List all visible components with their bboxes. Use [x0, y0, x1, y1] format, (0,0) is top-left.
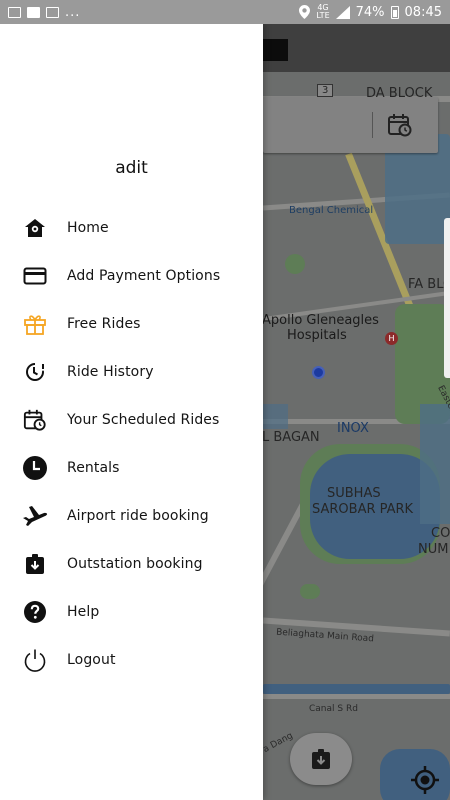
location-icon [299, 5, 311, 19]
map-building [420, 404, 450, 524]
pickup-search-card[interactable] [263, 97, 438, 153]
status-right: 4G LTE 74% 08:45 [299, 4, 442, 20]
menu-label: Rentals [67, 460, 120, 476]
menu-item-ride-history[interactable]: Ride History [0, 348, 263, 396]
status-left: ... [8, 5, 80, 20]
overflow-indicator: ... [65, 4, 81, 20]
map-label: CO [431, 526, 450, 541]
facebook-icon [27, 6, 40, 18]
app-top-bar [263, 24, 450, 72]
hospital-icon: H [385, 332, 398, 345]
menu-label: Logout [67, 652, 116, 668]
menu-item-payment[interactable]: Add Payment Options [0, 252, 263, 300]
menu-item-outstation[interactable]: Outstation booking [0, 540, 263, 588]
map-canal [263, 684, 450, 694]
outstation-fab[interactable] [290, 733, 352, 785]
menu-label: Free Rides [67, 316, 141, 332]
map-park [300, 584, 320, 599]
map-road [263, 694, 450, 699]
airplane-icon [22, 503, 48, 529]
map-label: Canal S Rd [309, 704, 358, 714]
outstation-icon [312, 749, 330, 769]
media-icon [46, 6, 59, 18]
signal-icon [335, 5, 350, 19]
map-label: NUM [418, 542, 449, 557]
menu-label: Outstation booking [67, 556, 203, 572]
menu-label: Home [67, 220, 109, 236]
map-label: INOX [337, 421, 369, 436]
clock-time: 08:45 [404, 4, 442, 20]
credit-card-icon [22, 263, 48, 289]
map-label: Hospitals [287, 328, 347, 343]
menu-item-free-rides[interactable]: Free Rides [0, 300, 263, 348]
menu-label: Ride History [67, 364, 154, 380]
power-icon [22, 647, 48, 673]
menu-item-logout[interactable]: Logout [0, 636, 263, 684]
search-divider [372, 112, 373, 138]
network-type: 4G LTE [316, 4, 329, 20]
gift-icon [22, 311, 48, 337]
map-park [285, 254, 305, 274]
my-location-icon[interactable] [410, 765, 440, 795]
map-label: Apollo Gleneagles [262, 313, 379, 328]
map-label: L BAGAN [262, 430, 320, 445]
menu-label: Add Payment Options [67, 268, 221, 284]
menu-item-scheduled-rides[interactable]: Your Scheduled Rides [0, 396, 263, 444]
current-location-dot [312, 366, 325, 379]
side-handle[interactable] [444, 218, 450, 378]
map-label: a Dang [261, 731, 295, 755]
battery-percent: 74% [355, 4, 385, 20]
status-bar: ... 4G LTE 74% 08:45 [0, 0, 450, 24]
menu-item-help[interactable]: Help [0, 588, 263, 636]
map-label: SUBHAS [327, 486, 381, 501]
menu-item-airport[interactable]: Airport ride booking [0, 492, 263, 540]
map-label: SAROBAR PARK [312, 502, 414, 517]
map-label: Bengal Chemical [289, 205, 374, 216]
image-icon [8, 6, 21, 18]
navigation-drawer: adit Home Add Payment Options Free Rides [0, 24, 263, 800]
outstation-icon [22, 551, 48, 577]
home-icon [22, 215, 48, 241]
calendar-clock-icon [22, 407, 48, 433]
menu-item-rentals[interactable]: Rentals [0, 444, 263, 492]
history-icon [22, 359, 48, 385]
menu-label: Your Scheduled Rides [67, 412, 220, 428]
battery-icon [390, 5, 399, 19]
user-name: adit [115, 158, 148, 178]
menu-label: Airport ride booking [67, 508, 209, 524]
menu-item-home[interactable]: Home [0, 204, 263, 252]
schedule-ride-icon[interactable] [387, 113, 413, 137]
road-badge: 3 [317, 84, 334, 97]
help-icon [22, 599, 48, 625]
map-building [263, 404, 288, 429]
menu-label: Help [67, 604, 100, 620]
network-bottom: LTE [316, 11, 330, 20]
clock-icon [22, 455, 48, 481]
